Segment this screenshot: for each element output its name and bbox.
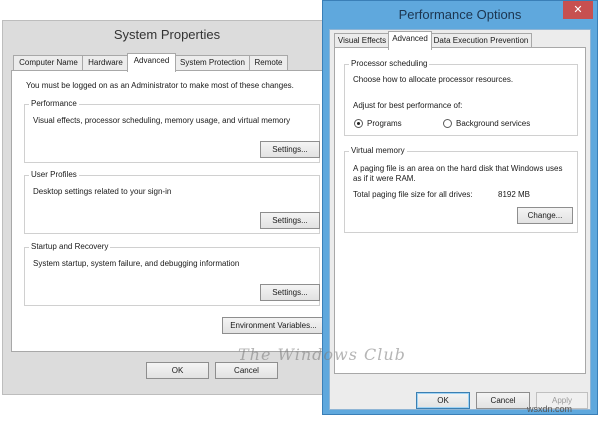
total-paging-value: 8192 MB [498, 190, 531, 199]
cancel-button[interactable]: Cancel [215, 362, 278, 379]
programs-label[interactable]: Programs [367, 119, 402, 128]
tab-system-protection[interactable]: System Protection [174, 55, 251, 71]
processor-scheduling-label: Processor scheduling [349, 59, 430, 68]
performance-label: Performance [29, 99, 79, 108]
tab-computer-name[interactable]: Computer Name [13, 55, 84, 71]
virtual-memory-group: Virtual memory A paging file is an area … [344, 146, 578, 233]
environment-variables-button[interactable]: Environment Variables... [222, 317, 325, 334]
total-paging-label: Total paging file size for all drives: [353, 190, 473, 199]
ok-button[interactable]: OK [146, 362, 209, 379]
site-watermark: wsxdn.com [527, 404, 573, 414]
tab-advanced[interactable]: Advanced [388, 31, 432, 50]
tab-hardware[interactable]: Hardware [82, 55, 129, 71]
ok-button[interactable]: OK [416, 392, 470, 409]
cancel-button[interactable]: Cancel [476, 392, 530, 409]
virtual-memory-label: Virtual memory [349, 146, 407, 155]
performance-settings-button[interactable]: Settings... [260, 141, 320, 158]
window-title: Performance Options [398, 7, 522, 22]
startup-recovery-group: Startup and Recovery System startup, sys… [24, 242, 320, 306]
system-properties-window: System Properties Computer Name Hardware… [2, 20, 332, 395]
tab-remote[interactable]: Remote [249, 55, 288, 71]
processor-description: Choose how to allocate processor resourc… [353, 75, 514, 84]
advanced-tab-panel: You must be logged on as an Administrato… [11, 70, 326, 352]
programs-radio[interactable] [354, 119, 363, 128]
advanced-tab-panel: Processor scheduling Choose how to alloc… [334, 47, 586, 374]
processor-scheduling-group: Processor scheduling Choose how to alloc… [344, 59, 578, 136]
tab-advanced[interactable]: Advanced [127, 53, 176, 72]
background-services-radio[interactable] [443, 119, 452, 128]
window-title: System Properties [113, 27, 221, 42]
performance-group: Performance Visual effects, processor sc… [24, 99, 320, 163]
virtual-memory-description-1: A paging file is an area on the hard dis… [353, 164, 563, 173]
user-profiles-label: User Profiles [29, 170, 79, 179]
admin-note: You must be logged on as an Administrato… [26, 81, 294, 90]
background-services-label[interactable]: Background services [456, 119, 530, 128]
close-icon[interactable]: ✕ [563, 1, 593, 19]
user-profiles-description: Desktop settings related to your sign-in [33, 187, 172, 196]
user-profiles-settings-button[interactable]: Settings... [260, 212, 320, 229]
change-button[interactable]: Change... [517, 207, 573, 224]
startup-recovery-label: Startup and Recovery [29, 242, 111, 251]
virtual-memory-description-2: as if it were RAM. [353, 174, 416, 183]
startup-settings-button[interactable]: Settings... [260, 284, 320, 301]
performance-description: Visual effects, processor scheduling, me… [33, 116, 291, 125]
user-profiles-group: User Profiles Desktop settings related t… [24, 170, 320, 234]
startup-recovery-description: System startup, system failure, and debu… [33, 259, 240, 268]
adjust-label: Adjust for best performance of: [353, 101, 463, 110]
windows-club-watermark: The Windows Club [238, 345, 406, 364]
